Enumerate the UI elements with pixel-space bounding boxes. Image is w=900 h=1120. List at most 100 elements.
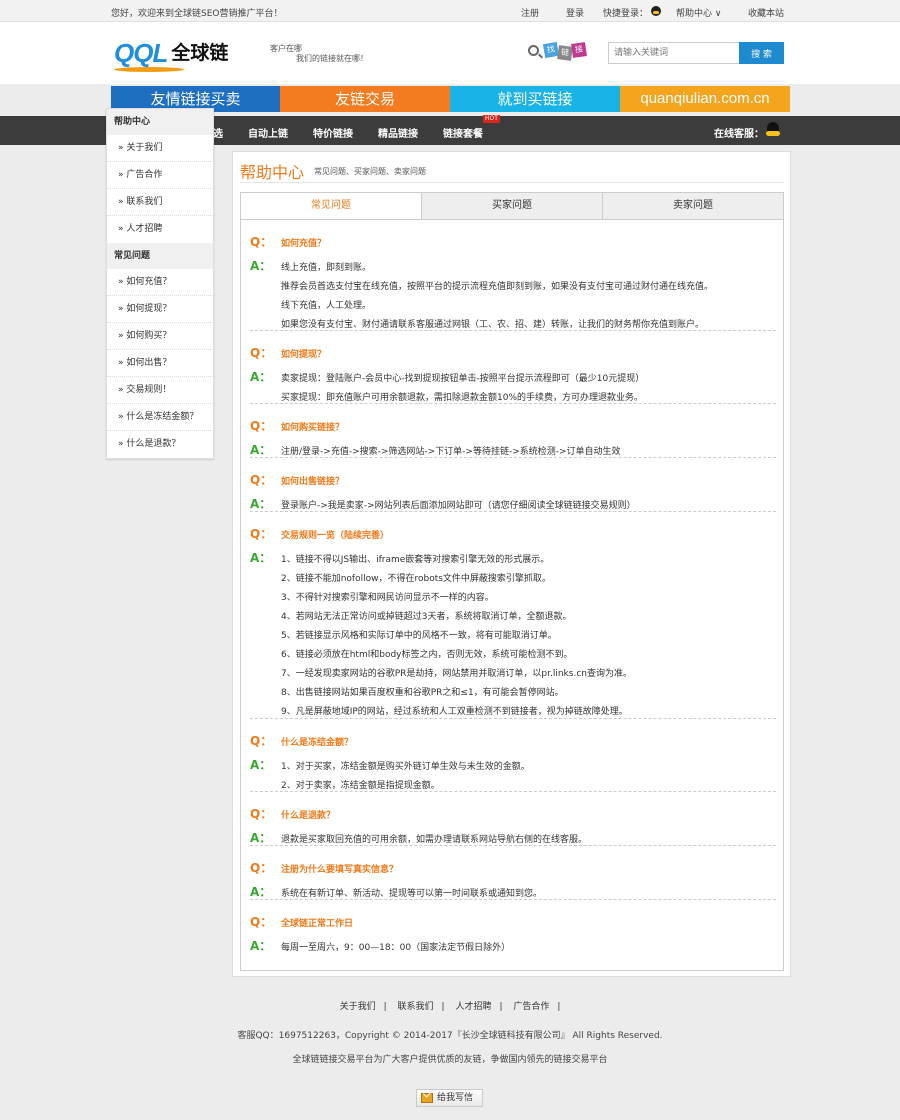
- question-marker: Q：: [250, 235, 273, 249]
- search-button[interactable]: 搜 索: [739, 42, 784, 64]
- footer-separator: |: [441, 1002, 445, 1012]
- bookmark-link[interactable]: 收藏本站: [748, 6, 784, 19]
- question-text: 如何充值？: [281, 239, 327, 249]
- hot-badge: HOT: [483, 115, 500, 123]
- find-char-2: 链: [557, 45, 573, 61]
- help-sidebar: 帮助中心 » 关于我们 » 广告合作 » 联系我们 » 人才招聘 常见问题 » …: [106, 108, 214, 459]
- banner-segment-3: 就到买链接: [450, 86, 620, 112]
- question-marker: Q：: [250, 473, 273, 487]
- sidebar-item-rules[interactable]: » 交易规则！: [107, 377, 213, 404]
- faq-item: Q： 交易规则一览（陆续完善） A： 1、链接不得以JS输出、iframe嵌套等对搜索…: [250, 520, 776, 719]
- footer-link-ads[interactable]: 广告合作: [513, 1002, 549, 1012]
- answer-line: 2、对于卖家，冻结金额是指提现金额。: [281, 781, 440, 791]
- footer-separator: |: [557, 1002, 561, 1012]
- tab-buyer[interactable]: 买家问题: [421, 193, 602, 219]
- answer-line: 8、出售链接网站如果百度权重和谷歌PR之和≤1，有可能会暂停网站。: [281, 688, 564, 698]
- site-logo[interactable]: QQL 全球链: [114, 38, 228, 72]
- write-mail-button[interactable]: 给我写信: [416, 1089, 483, 1107]
- faq-tabs: 常见问题 买家问题 卖家问题: [240, 192, 784, 220]
- answer-line: 登录账户->我是卖家->网站列表后面添加网站即可（请您仔细阅读全球链链接交易规则…: [281, 501, 636, 511]
- help-center-dropdown[interactable]: 帮助中心 ∨: [676, 6, 721, 19]
- faq-item: Q： 什么是冻结金额？ A： 1、对于买家，冻结金额是购买外链订单生效与未生效的金额。…: [250, 727, 776, 792]
- answer-line: 每周一至周六，9：00—18：00（国家法定节假日除外）: [281, 943, 511, 953]
- nav-item-special-price[interactable]: 特价链接: [313, 125, 353, 140]
- footer-link-jobs[interactable]: 人才招聘: [455, 1002, 491, 1012]
- answer-line: 如果您没有支付宝、财付通请联系客服通过网银（工、农、招、建）转账，让我们的财务帮…: [281, 320, 705, 330]
- answer-line: 2、链接不能加nofollow，不得在robots文件中屏蔽搜索引擎抓取。: [281, 574, 551, 584]
- footer-separator: |: [383, 1002, 387, 1012]
- qq-login-icon[interactable]: [651, 6, 661, 17]
- sidebar-item-frozen[interactable]: » 什么是冻结金额？: [107, 404, 213, 431]
- slogan-line-2: 我们的链接就在哪！: [296, 54, 368, 63]
- answer-line: 4、若网站无法正常访问或掉链超过3天者，系统将取消订单，全额退款。: [281, 612, 572, 622]
- envelope-icon: [421, 1093, 433, 1103]
- answer-line: 系统在有新订单、新活动、提现等可以第一时间联系或通知到您。: [281, 889, 543, 899]
- sidebar-item-jobs[interactable]: » 人才招聘: [107, 216, 213, 243]
- footer-link-about[interactable]: 关于我们: [340, 1002, 376, 1012]
- tab-seller[interactable]: 卖家问题: [602, 193, 783, 219]
- find-char-3: 接: [571, 42, 587, 58]
- answer-marker: A：: [250, 831, 272, 845]
- answer-marker: A：: [250, 259, 272, 273]
- tab-common[interactable]: 常见问题: [241, 193, 421, 219]
- faq-item: Q： 如何出售链接？ A： 登录账户->我是卖家->网站列表后面添加网站即可（请您仔细…: [250, 466, 776, 512]
- nav-item-select[interactable]: 选: [213, 125, 223, 140]
- banner-segment-4: quanqiulian.com.cn: [620, 86, 790, 112]
- qq-service-icon[interactable]: [766, 122, 780, 138]
- answer-line: 1、链接不得以JS输出、iframe嵌套等对搜索引擎无效的形式展示。: [281, 555, 550, 565]
- sidebar-item-sell[interactable]: » 如何出售？: [107, 350, 213, 377]
- answer-line: 卖家提现：登陆账户-会员中心-找到提现按钮单击-按照平台提示流程即可（最少10元…: [281, 374, 645, 384]
- answer-marker: A：: [250, 443, 272, 457]
- answer-line: 1、对于买家，冻结金额是购买外链订单生效与未生效的金额。: [281, 762, 530, 772]
- sidebar-item-withdraw[interactable]: » 如何提现？: [107, 296, 213, 323]
- answer-line: 线上充值，即刻到账。: [281, 263, 372, 273]
- page-title: 帮助中心: [240, 163, 305, 182]
- register-link[interactable]: 注册: [521, 6, 539, 19]
- sidebar-item-buy[interactable]: » 如何购买？: [107, 323, 213, 350]
- footer-slogan: 全球链链接交易平台为广大客户提供优质的友链，争做国内领先的链接交易平台: [292, 1055, 608, 1065]
- nav-item-auto-link[interactable]: 自动上链: [248, 125, 288, 140]
- welcome-text: 您好，欢迎来到全球链SEO营销推广平台！: [111, 9, 283, 19]
- question-text: 如何购买链接？: [281, 423, 345, 433]
- quick-login-label: 快捷登录：: [603, 9, 649, 19]
- answer-marker: A：: [250, 497, 272, 511]
- sidebar-item-about[interactable]: » 关于我们: [107, 135, 213, 162]
- header-slogan: 客户在哪 我们的链接就在哪！: [270, 44, 368, 64]
- sidebar-heading-faq: 常见问题: [107, 243, 213, 269]
- faq-item: Q： 什么是退款？ A： 退款是买家取回充值的可用余额，如需办理请联系网站导航右侧的在…: [250, 800, 776, 846]
- nav-item-premium[interactable]: 精品链接: [378, 125, 418, 140]
- faq-list: Q： 如何充值？ A： 线上充值，即刻到账。推荐会员首选支付宝在线充值，按照平台的提示…: [240, 220, 784, 971]
- login-link[interactable]: 登录: [566, 6, 584, 19]
- top-bar: 您好，欢迎来到全球链SEO营销推广平台！ 注册 登录 快捷登录： 帮助中心 ∨ …: [0, 0, 900, 22]
- answer-marker: A：: [250, 758, 272, 772]
- sidebar-item-contact[interactable]: » 联系我们: [107, 189, 213, 216]
- magnifier-icon: [528, 45, 539, 56]
- find-link-icon: 找 链 接: [528, 41, 588, 64]
- page-subtitle: 常见问题、买家问题、卖家问题: [314, 167, 426, 176]
- answer-line: 推荐会员首选支付宝在线充值，按照平台的提示流程充值即刻到账，如果没有支付宝可通过…: [281, 282, 714, 292]
- help-main-panel: 帮助中心 常见问题、买家问题、卖家问题 常见问题 买家问题 卖家问题 Q： 如何充…: [232, 151, 791, 977]
- question-text: 全球链正常工作日: [281, 919, 354, 929]
- answer-line: 注册/登录->充值->搜索->筛选网站->下订单->等待挂链->系统检测->订单…: [281, 447, 621, 457]
- sidebar-item-ads[interactable]: » 广告合作: [107, 162, 213, 189]
- question-text: 如何出售链接？: [281, 477, 345, 487]
- question-marker: Q：: [250, 915, 273, 929]
- footer-link-contact[interactable]: 联系我们: [398, 1002, 434, 1012]
- nav-item-packages[interactable]: 链接套餐: [443, 125, 483, 140]
- faq-item: Q： 如何购买链接？ A： 注册/登录->充值->搜索->筛选网站->下订单->等待挂…: [250, 412, 776, 458]
- footer-copyright: 客服QQ：1697512263，Copyright © 2014-2017『长沙…: [237, 1031, 663, 1041]
- answer-line: 线下充值，人工处理。: [281, 301, 372, 311]
- sidebar-item-refund[interactable]: » 什么是退款？: [107, 431, 213, 458]
- question-marker: Q：: [250, 807, 273, 821]
- slogan-line-1: 客户在哪: [270, 44, 302, 53]
- faq-item: Q： 如何提现？ A： 卖家提现：登陆账户-会员中心-找到提现按钮单击-按照平台提示流…: [250, 339, 776, 404]
- question-marker: Q：: [250, 734, 273, 748]
- sidebar-item-recharge[interactable]: » 如何充值？: [107, 269, 213, 296]
- online-service-label: 在线客服：: [714, 129, 764, 140]
- question-text: 交易规则一览（陆续完善）: [281, 531, 390, 541]
- answer-marker: A：: [250, 551, 272, 565]
- search-input[interactable]: [608, 42, 740, 64]
- answer-line: 买家提现：即充值账户可用余额退款，需扣除退款金额10%的手续费，方可办理退款业务…: [281, 393, 644, 403]
- question-text: 什么是冻结金额？: [281, 738, 354, 748]
- answer-line: 6、链接必须放在html和body标签之内，否则无效，系统可能检测不到。: [281, 650, 573, 660]
